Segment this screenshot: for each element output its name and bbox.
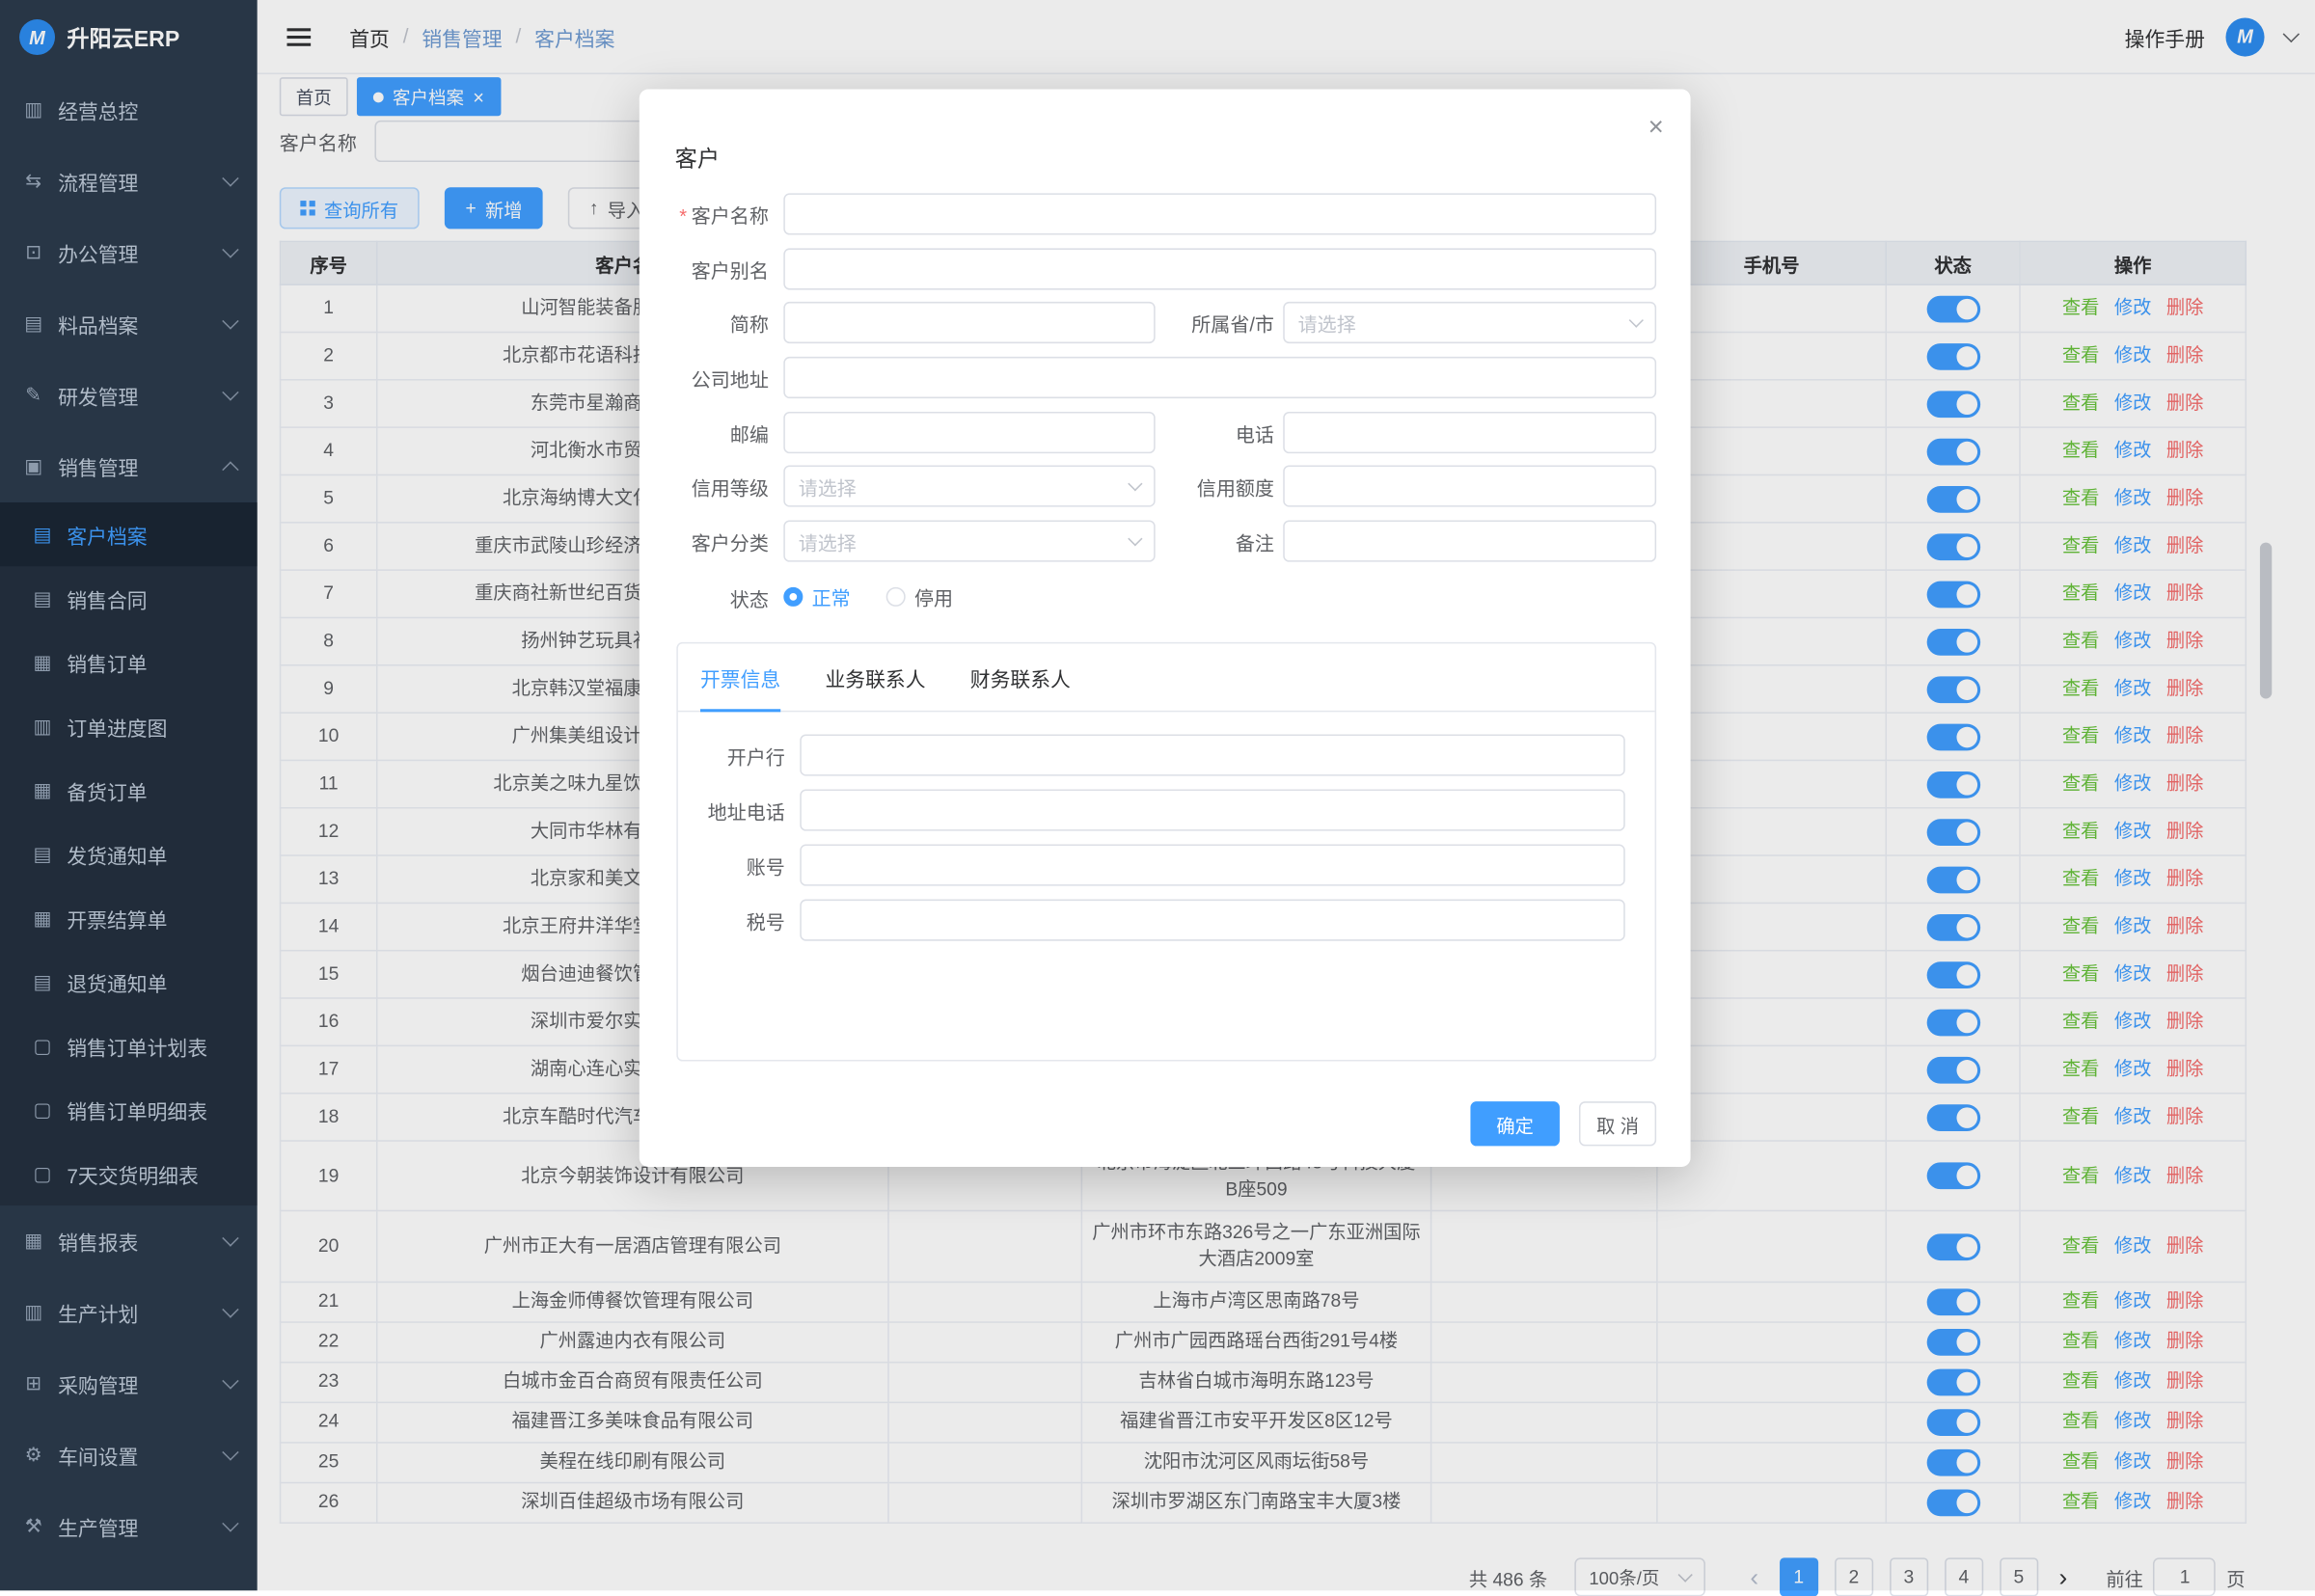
bank-label: 开户行 [700, 741, 785, 769]
status-radio-disabled[interactable]: 停用 [886, 582, 953, 609]
tab-business[interactable]: 业务联系人 [825, 643, 925, 710]
modal-tabs: 开票信息业务联系人财务联系人 [678, 643, 1655, 712]
short-name-input[interactable] [783, 302, 1155, 343]
remark-input[interactable] [1283, 520, 1656, 561]
account-input[interactable] [800, 845, 1624, 886]
close-icon[interactable]: × [1648, 113, 1664, 140]
address_phone-label: 地址电话 [700, 796, 785, 824]
phone-label: 电话 [1156, 419, 1274, 446]
tax_no-label: 税号 [700, 906, 785, 933]
customer-alias-label: 客户别名 [675, 255, 769, 283]
cancel-button[interactable]: 取 消 [1579, 1101, 1656, 1146]
invoice-field-row: 账号 [700, 845, 1625, 886]
required-asterisk: * [679, 204, 687, 227]
customer-alias-input[interactable] [783, 248, 1656, 289]
tax_no-input[interactable] [800, 900, 1624, 941]
tab-invoice[interactable]: 开票信息 [700, 643, 780, 710]
province-select[interactable]: 请选择 [1283, 302, 1656, 343]
chevron-down-icon [1128, 476, 1142, 491]
short-province-row: 简称 所属省/市 请选择 [675, 302, 1656, 343]
status-radio-group: 正常 停用 [783, 582, 989, 612]
customer-name-row: *客户名称 [675, 193, 1656, 234]
radio-icon [783, 586, 803, 606]
credit-level-placeholder: 请选择 [799, 472, 857, 500]
company-address-label: 公司地址 [675, 364, 769, 392]
credit-limit-label: 信用额度 [1156, 472, 1274, 500]
short-name-label: 简称 [675, 309, 769, 337]
zip-phone-row: 邮编 电话 [675, 412, 1656, 453]
province-label: 所属省/市 [1156, 309, 1274, 337]
chevron-down-icon [1128, 531, 1142, 546]
radio-label: 正常 [812, 582, 851, 609]
modal-footer: 确定 取 消 [1470, 1101, 1656, 1146]
invoice-fields: 开户行地址电话账号税号 [678, 734, 1655, 940]
credit-level-select[interactable]: 请选择 [783, 465, 1155, 506]
account-label: 账号 [700, 851, 785, 879]
status-row: 状态 正常 停用 [675, 577, 1656, 618]
invoice-field-row: 税号 [700, 900, 1625, 941]
status-label: 状态 [675, 583, 769, 611]
invoice-field-row: 开户行 [700, 734, 1625, 775]
confirm-button[interactable]: 确定 [1470, 1101, 1559, 1146]
modal-title: 客户 [675, 143, 720, 174]
customer-alias-row: 客户别名 [675, 248, 1656, 289]
province-placeholder: 请选择 [1298, 309, 1356, 337]
bank-input[interactable] [800, 734, 1624, 775]
customer-name-label: *客户名称 [675, 200, 769, 228]
category-remark-row: 客户分类 请选择 备注 [675, 520, 1656, 561]
invoice-field-row: 地址电话 [700, 789, 1625, 830]
radio-label: 停用 [914, 582, 953, 609]
customer-modal: × 客户 *客户名称 客户别名 简称 所属省/市 请选择 公司地址 邮编 电话 [640, 89, 1691, 1167]
radio-icon [886, 586, 906, 606]
tab-finance[interactable]: 财务联系人 [970, 643, 1071, 710]
remark-label: 备注 [1156, 527, 1274, 555]
status-radio-normal[interactable]: 正常 [783, 582, 850, 609]
phone-input[interactable] [1283, 412, 1656, 453]
customer-name-input[interactable] [783, 193, 1656, 234]
address_phone-input[interactable] [800, 789, 1624, 830]
app-root: M 升阳云ERP ▥经营总控⇆流程管理⊡办公管理▤料品档案✎研发管理▣销售管理▤… [0, 0, 2315, 1590]
zip-input[interactable] [783, 412, 1155, 453]
credit-level-label: 信用等级 [675, 472, 769, 500]
credit-row: 信用等级 请选择 信用额度 [675, 465, 1656, 506]
zip-label: 邮编 [675, 419, 769, 446]
category-placeholder: 请选择 [799, 527, 857, 555]
contact-tab-card: 开票信息业务联系人财务联系人 开户行地址电话账号税号 [676, 642, 1656, 1062]
company-address-input[interactable] [783, 357, 1656, 398]
credit-limit-input[interactable] [1283, 465, 1656, 506]
category-select[interactable]: 请选择 [783, 520, 1155, 561]
company-address-row: 公司地址 [675, 357, 1656, 398]
category-label: 客户分类 [675, 527, 769, 555]
chevron-down-icon [1629, 313, 1644, 328]
